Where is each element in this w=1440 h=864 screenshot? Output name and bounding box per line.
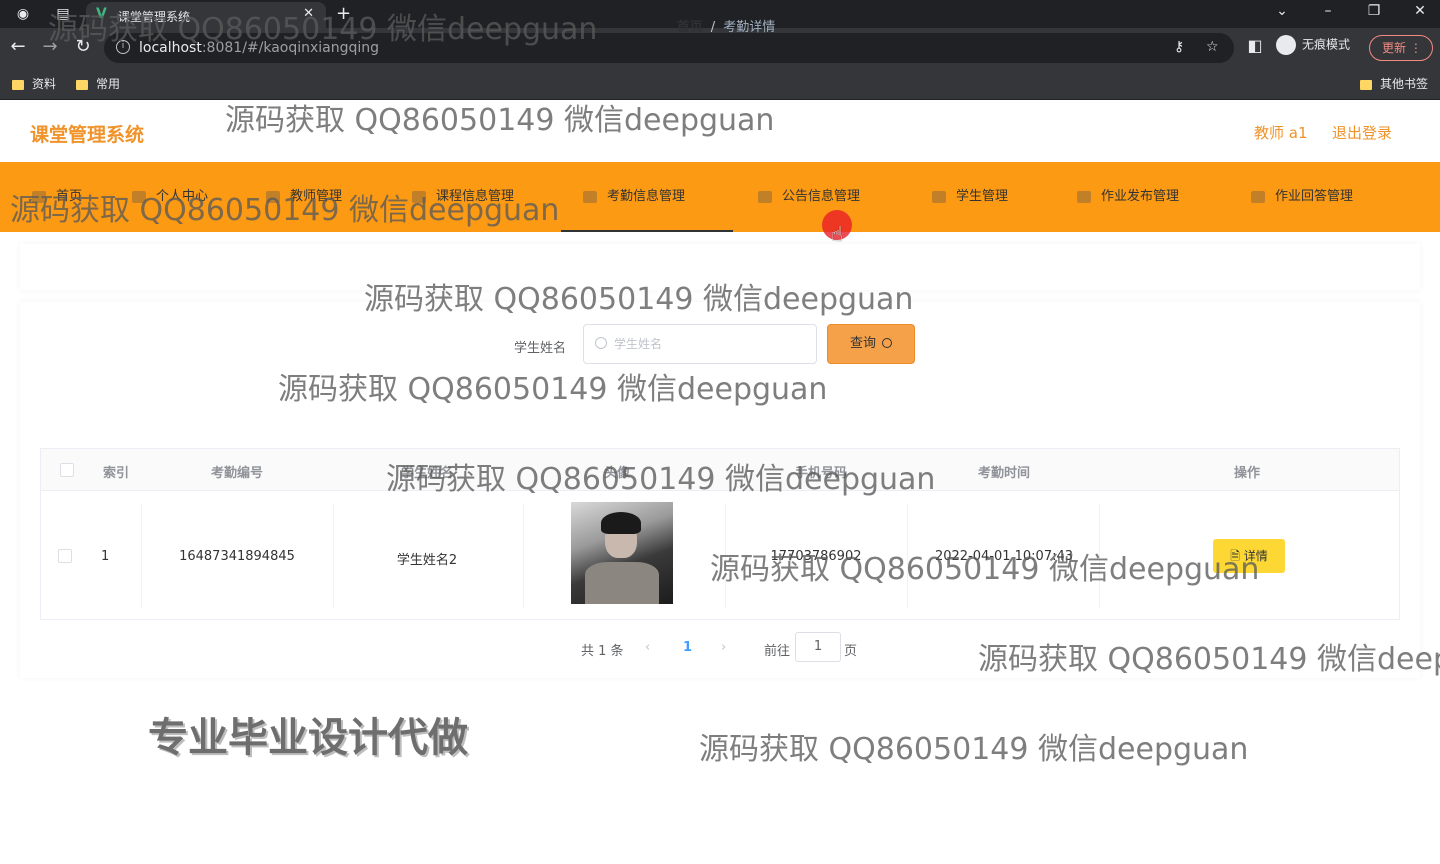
- forward-icon[interactable]: →: [39, 36, 61, 57]
- row-checkbox[interactable]: [58, 549, 72, 563]
- cell-attendance-time: 2022-04-01 10:07:43: [934, 549, 1074, 564]
- menu-item-notices[interactable]: 公告信息管理: [736, 162, 882, 232]
- back-icon[interactable]: ←: [7, 36, 29, 57]
- teacher-icon: [266, 190, 280, 203]
- key-icon[interactable]: ⚷: [1174, 39, 1184, 55]
- app-header: 课堂管理系统 教师 a1 退出登录: [0, 100, 1440, 162]
- menu-item-courses[interactable]: 课程信息管理: [390, 162, 536, 232]
- page-number-current[interactable]: 1: [683, 640, 692, 655]
- column-header: 考勤时间: [977, 466, 1030, 481]
- menu-item-homework-answers[interactable]: 作业回答管理: [1229, 162, 1375, 232]
- sidebar-icon[interactable]: ◧: [1244, 36, 1266, 55]
- cell-index: 1: [101, 549, 110, 564]
- cell-student-name: 学生姓名2: [396, 553, 458, 568]
- pagination-total: 共 1 条: [581, 644, 624, 659]
- menu-item-homework-publish[interactable]: 作业发布管理: [1055, 162, 1201, 232]
- column-divider: [725, 504, 726, 608]
- hand-cursor-icon: ☝: [831, 222, 844, 246]
- goto-label: 前往: [764, 644, 791, 659]
- column-header: 手机号码: [794, 466, 847, 481]
- column-divider: [523, 504, 524, 608]
- menu-item-students[interactable]: 学生管理: [910, 162, 1030, 232]
- folder-icon: [76, 79, 88, 90]
- menu-item-profile[interactable]: 个人中心: [110, 162, 230, 232]
- breadcrumb-home[interactable]: 首页: [677, 20, 703, 35]
- breadcrumb-current: 考勤详情: [723, 20, 776, 35]
- cell-phone: 17703786902: [770, 549, 862, 564]
- bookmark-item[interactable]: 资料: [12, 75, 56, 92]
- folder-icon: [1360, 79, 1372, 90]
- search-icon: [882, 338, 892, 348]
- search-icon: [595, 337, 607, 349]
- search-label: 学生姓名: [514, 341, 567, 356]
- watermark: 源码获取 QQ86050149 微信deepguan: [699, 732, 1249, 767]
- cell-attendance-no: 16487341894845: [179, 549, 295, 564]
- column-divider: [907, 504, 908, 608]
- bookmark-item[interactable]: 常用: [76, 75, 120, 92]
- goto-page-input[interactable]: 1: [795, 632, 841, 662]
- column-header: 索引: [102, 466, 129, 481]
- breadcrumb-separator: /: [710, 20, 716, 35]
- column-header: 考勤编号: [210, 466, 263, 481]
- other-bookmarks[interactable]: 其他书签: [1360, 75, 1428, 92]
- star-icon[interactable]: ☆: [1206, 39, 1219, 55]
- column-header: 操作: [1233, 466, 1260, 481]
- student-icon: [932, 190, 946, 203]
- bookmarks-bar: 资料 常用 其他书签: [0, 68, 1440, 100]
- attendance-table: 索引 考勤编号 学生姓名 头像 手机号码 考勤时间 操作 1 164873418…: [40, 448, 1400, 620]
- reload-icon[interactable]: ↻: [72, 36, 94, 57]
- menu-item-home[interactable]: 首页: [10, 162, 104, 232]
- menu-item-attendance[interactable]: 考勤信息管理: [561, 162, 733, 232]
- column-divider: [333, 504, 334, 608]
- app-title: 课堂管理系统: [30, 124, 145, 146]
- table-header: 索引 考勤编号 学生姓名 头像 手机号码 考勤时间 操作: [41, 449, 1399, 491]
- prev-page-button[interactable]: ‹: [645, 640, 650, 655]
- incognito-indicator[interactable]: 无痕模式: [1276, 35, 1350, 55]
- document-icon: 🗎: [1230, 549, 1240, 563]
- detail-button[interactable]: 🗎 详情: [1213, 539, 1285, 573]
- notice-icon: [758, 190, 772, 203]
- select-all-checkbox[interactable]: [60, 463, 74, 477]
- breadcrumb: 首页 / 考勤详情: [0, 16, 1440, 35]
- logout-link[interactable]: 退出登录: [1332, 122, 1392, 143]
- grid-icon: [1077, 190, 1091, 203]
- home-icon: [32, 190, 46, 203]
- column-header: 学生姓名: [400, 466, 453, 481]
- url-text[interactable]: localhost:8081/#/kaoqinxiangqing: [139, 40, 379, 56]
- promo-watermark: 专业毕业设计代做: [148, 715, 468, 761]
- page-unit-label: 页: [844, 644, 858, 659]
- student-name-search-input[interactable]: [583, 324, 817, 364]
- column-divider: [141, 504, 142, 608]
- address-bar[interactable]: i localhost:8081/#/kaoqinxiangqing ⚷ ☆: [104, 33, 1234, 63]
- folder-icon: [12, 79, 24, 90]
- breadcrumb-card: [20, 244, 1420, 290]
- course-icon: [412, 190, 426, 203]
- site-info-icon[interactable]: i: [116, 40, 130, 54]
- table-row[interactable]: 1 16487341894845 学生姓名2 17703786902 2022-…: [41, 492, 1399, 620]
- column-divider: [1099, 504, 1100, 608]
- attendance-icon: [583, 190, 597, 203]
- menu-item-teachers[interactable]: 教师管理: [244, 162, 364, 232]
- student-avatar: [571, 502, 673, 604]
- top-menu: 首页 个人中心 教师管理 课程信息管理 考勤信息管理 公告信息管理 学生管理 作…: [0, 162, 1440, 232]
- update-button[interactable]: 更新 ⋮: [1369, 35, 1433, 61]
- answer-icon: [1251, 190, 1265, 203]
- next-page-button[interactable]: ›: [721, 640, 726, 655]
- column-header: 头像: [603, 466, 630, 481]
- query-button[interactable]: 查询: [827, 324, 915, 364]
- incognito-icon: [1276, 35, 1296, 55]
- user-name: 教师 a1: [1254, 124, 1308, 142]
- user-icon: [132, 190, 146, 203]
